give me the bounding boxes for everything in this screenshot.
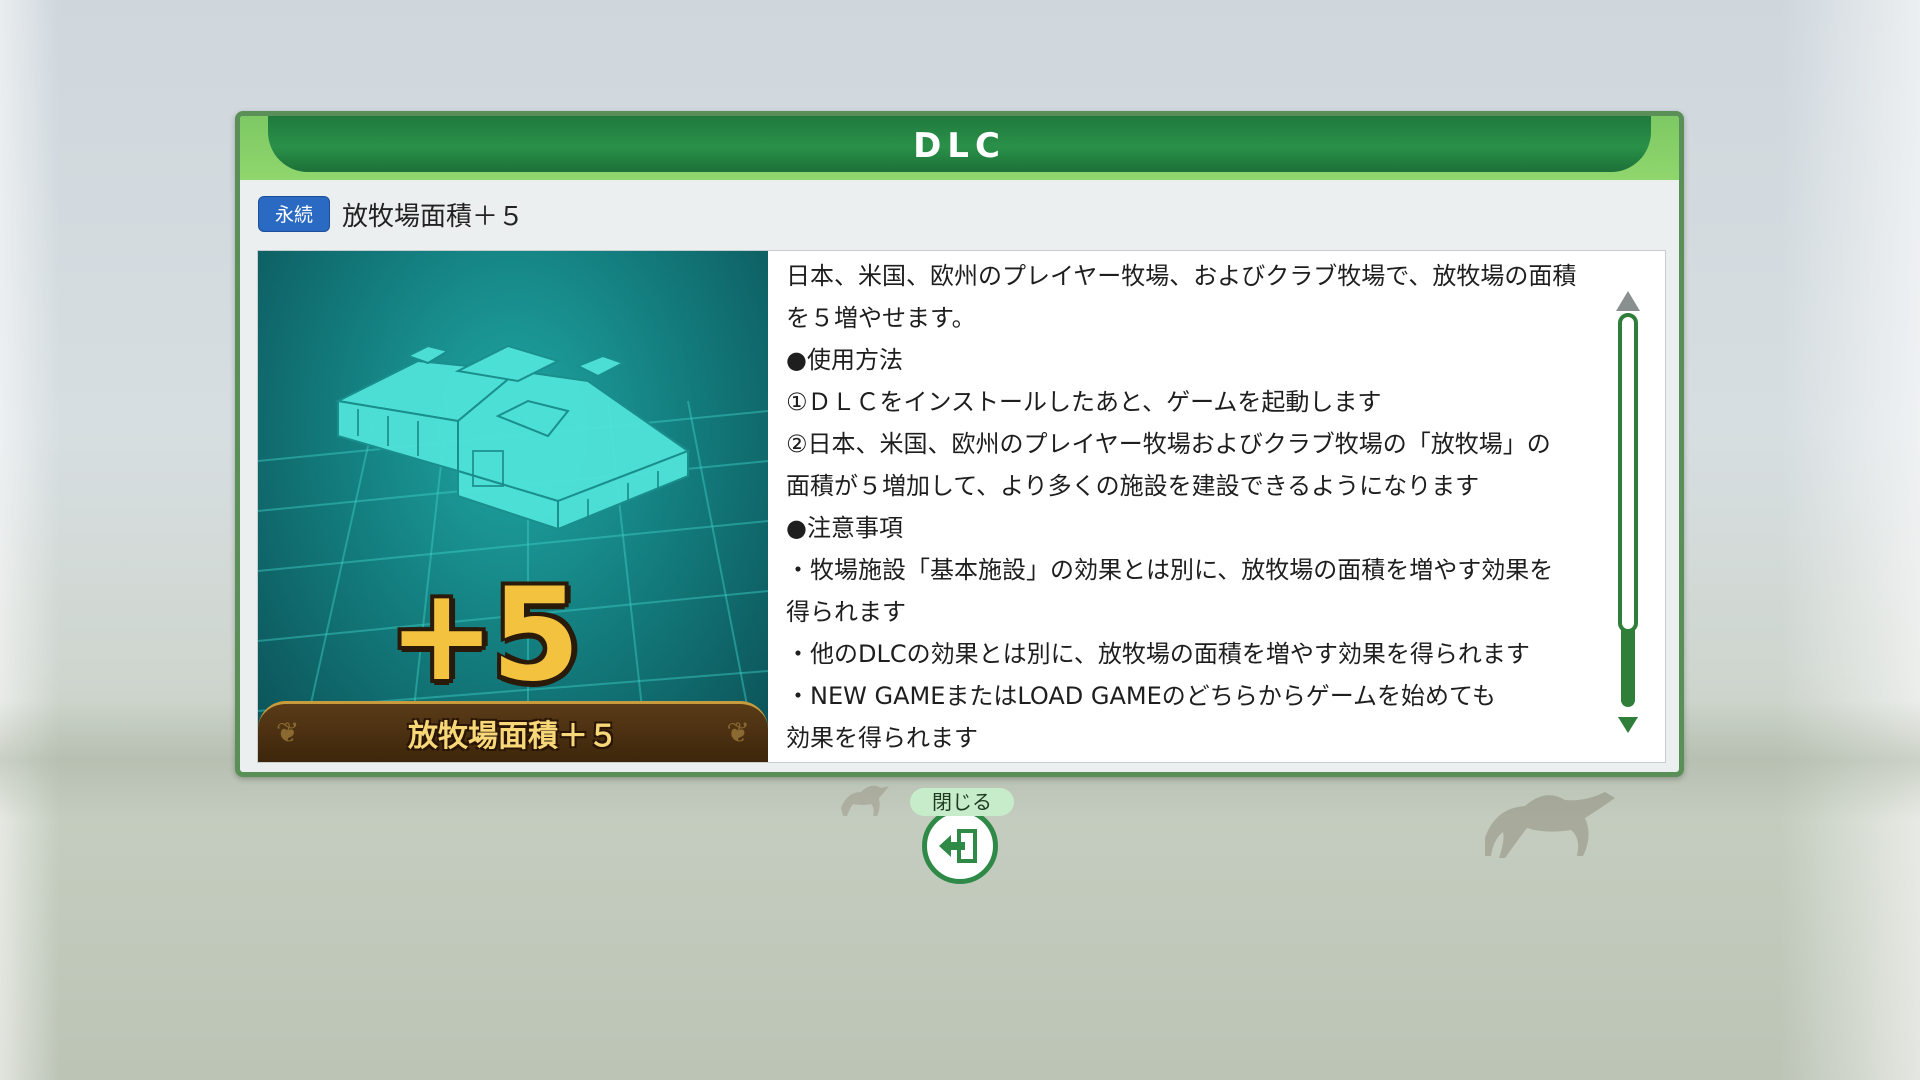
description-scrollbar[interactable] <box>1608 291 1648 741</box>
permanent-badge: 永続 <box>258 196 331 232</box>
description-line: ●使用方法 <box>786 346 903 374</box>
description-line: ・NEW GAMEまたはLOAD GAMEのどちらからゲームを始めても <box>786 682 1496 710</box>
dialog-header: DLC <box>240 116 1679 180</box>
item-row: 永続 放牧場面積＋５ <box>258 196 524 232</box>
laurel-left-icon: ❦ <box>276 716 300 749</box>
description-line: を５増やせます。 <box>786 304 976 332</box>
background-horse-silhouette-small <box>841 785 889 816</box>
description-line: ・牧場施設「基本施設」の効果とは別に、放牧場の面積を増やす効果を <box>786 556 1554 584</box>
image-banner: ❦ 放牧場面積＋５ ❦ <box>258 701 768 762</box>
background-horse-silhouette <box>1485 792 1615 858</box>
close-button[interactable]: 閉じる <box>910 788 1014 884</box>
item-name: 放牧場面積＋５ <box>342 201 525 232</box>
description-line: 面積が５増加して、より多くの施設を建設できるようになります <box>786 472 1480 500</box>
dlc-dialog: DLC 永続 放牧場面積＋５ +5 ❦ 放牧場面積＋５ ❦ 日本、米国、欧州のプ… <box>235 111 1684 777</box>
description-line: ●注意事項 <box>786 514 903 542</box>
dialog-title: DLC <box>913 126 1006 166</box>
exit-door-icon <box>939 829 977 863</box>
description-line: 日本、米国、欧州のプレイヤー牧場、およびクラブ牧場で、放牧場の面積 <box>786 262 1577 290</box>
laurel-right-icon: ❦ <box>726 716 750 749</box>
dialog-header-bar: DLC <box>268 116 1651 172</box>
description-line: 得られます <box>786 598 906 626</box>
plus-five-graphic: +5 <box>388 561 580 710</box>
description-line: ・他のDLCの効果とは別に、放牧場の面積を増やす効果を得られます <box>786 640 1530 668</box>
description-line: ②日本、米国、欧州のプレイヤー牧場およびクラブ牧場の「放牧場」の <box>786 430 1551 458</box>
background-pillar-right <box>1780 0 1920 1080</box>
background-pillar-left <box>0 0 60 1080</box>
close-button-circle[interactable] <box>922 808 998 884</box>
content-panel: +5 ❦ 放牧場面積＋５ ❦ 日本、米国、欧州のプレイヤー牧場、およびクラブ牧場… <box>257 250 1666 763</box>
game-scene: DLC 永続 放牧場面積＋５ +5 ❦ 放牧場面積＋５ ❦ 日本、米国、欧州のプ… <box>0 0 1920 1080</box>
description-line: ①ＤＬＣをインストールしたあと、ゲームを起動します <box>786 388 1382 416</box>
image-banner-text: 放牧場面積＋５ <box>408 719 618 754</box>
dlc-image: +5 ❦ 放牧場面積＋５ ❦ <box>258 251 768 762</box>
description-text: 日本、米国、欧州のプレイヤー牧場、およびクラブ牧場で、放牧場の面積 を５増やせま… <box>786 255 1586 759</box>
close-button-label[interactable]: 閉じる <box>910 788 1014 816</box>
scroll-down-arrow-icon[interactable] <box>1618 717 1638 733</box>
scroll-thumb[interactable] <box>1618 313 1638 633</box>
description-line: 効果を得られます <box>786 724 978 752</box>
scroll-up-arrow-icon[interactable] <box>1616 291 1640 311</box>
